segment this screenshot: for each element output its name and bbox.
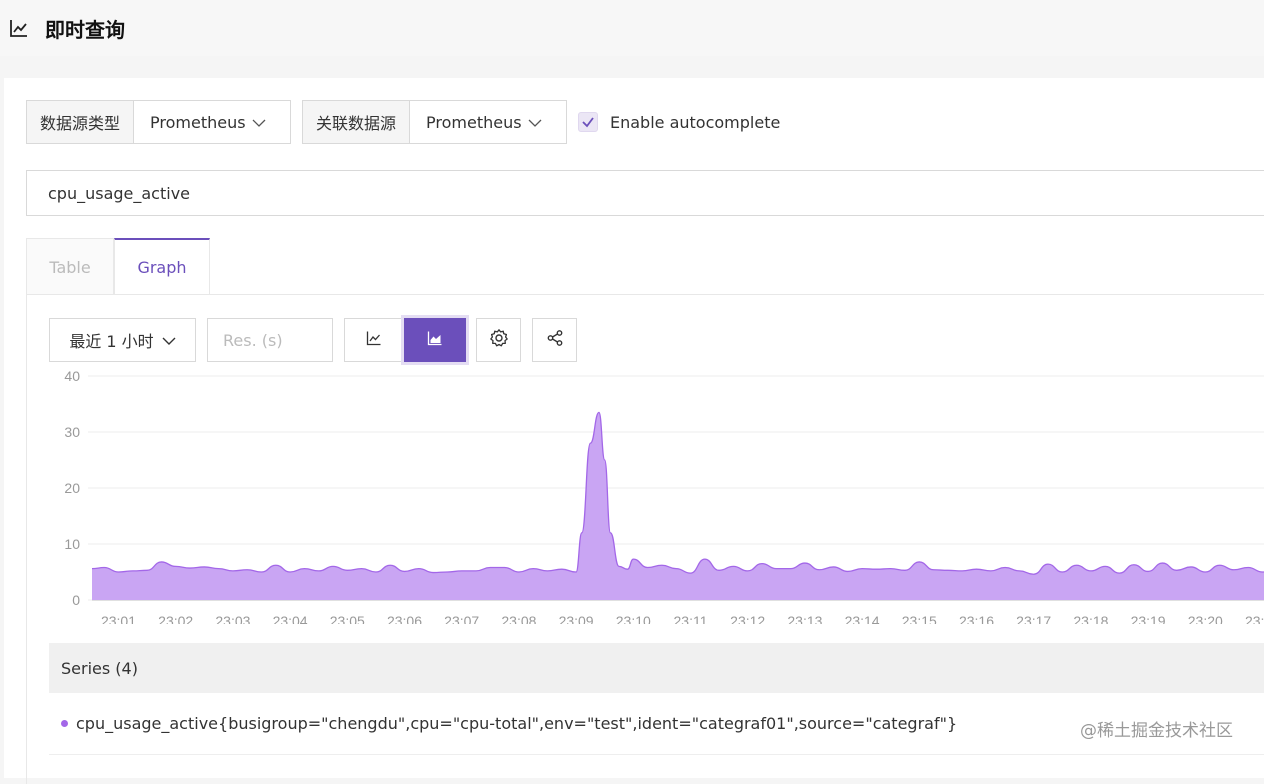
- share-icon: [546, 329, 564, 351]
- resolution-input[interactable]: Res. (s): [207, 318, 333, 362]
- x-tick-label: 23:06: [387, 613, 422, 624]
- query-input[interactable]: cpu_usage_active: [26, 170, 1264, 216]
- autocomplete-label: Enable autocomplete: [610, 112, 781, 132]
- datasource-type-group: 数据源类型 Prometheus: [26, 100, 291, 144]
- series-color-dot: [61, 720, 68, 727]
- y-tick-label: 10: [64, 536, 80, 552]
- series-line: [91, 411, 1264, 575]
- page-header: 即时查询: [0, 0, 1264, 56]
- series-label: cpu_usage_active{busigroup="chengdu",cpu…: [76, 714, 958, 733]
- cpu-usage-area-chart: 0 10 20 30 40 23:01 23:02 23:03 23:04 23:05 23:06 2…: [64, 368, 1264, 624]
- x-tick-label: 23:01: [101, 613, 136, 624]
- chevron-down-icon: [252, 115, 266, 129]
- x-tick-label: 23:16: [959, 613, 994, 624]
- chevron-down-icon: [162, 333, 176, 347]
- datasource-type-value: Prometheus: [150, 112, 246, 132]
- chart-settings-button[interactable]: [476, 318, 521, 362]
- chevron-down-icon: [528, 115, 542, 129]
- check-icon: [582, 117, 594, 128]
- related-datasource-value: Prometheus: [426, 112, 522, 132]
- x-tick-label: 23:07: [444, 613, 479, 624]
- y-tick-label: 40: [64, 368, 80, 384]
- x-tick-label: 23:18: [1073, 613, 1108, 624]
- area-chart-icon: [427, 330, 443, 350]
- autocomplete-option[interactable]: Enable autocomplete: [578, 112, 780, 132]
- x-tick-label: 23:20: [1188, 613, 1223, 624]
- x-tick-label: 23:10: [616, 613, 651, 624]
- x-tick-label: 23:04: [273, 613, 308, 624]
- x-tick-label: 23:11: [674, 613, 708, 624]
- datasource-type-select[interactable]: Prometheus: [134, 101, 282, 143]
- watermark: @稀土掘金技术社区: [1080, 721, 1233, 741]
- x-tick-label: 23:19: [1131, 613, 1166, 624]
- x-tick-label: 23:14: [845, 613, 880, 624]
- datasource-type-label: 数据源类型: [27, 101, 135, 143]
- share-button[interactable]: [532, 318, 577, 362]
- page-title: 即时查询: [45, 17, 125, 42]
- series-header: Series (4): [49, 643, 1264, 693]
- gear-icon: [489, 328, 509, 352]
- x-tick-label: 23:13: [787, 613, 822, 624]
- resolution-placeholder: Res. (s): [223, 330, 283, 350]
- tab-graph[interactable]: Graph: [114, 238, 210, 295]
- x-tick-label: 23:03: [215, 613, 250, 624]
- series-area: [92, 412, 1264, 600]
- query-panel: 数据源类型 Prometheus 关联数据源 Prometheus Enable…: [4, 78, 1264, 784]
- x-tick-label: 23:09: [559, 613, 594, 624]
- y-tick-label: 30: [64, 424, 80, 440]
- x-tick-label: 23:08: [501, 613, 536, 624]
- x-tick-label: 23:05: [330, 613, 365, 624]
- line-chart-icon: [366, 330, 382, 350]
- x-tick-label: 23:12: [730, 613, 765, 624]
- area-chart-button[interactable]: [404, 318, 466, 362]
- related-datasource-group: 关联数据源 Prometheus: [302, 100, 567, 144]
- line-chart-icon: [9, 18, 29, 38]
- related-datasource-label: 关联数据源: [303, 101, 411, 143]
- time-range-value: 最近 1 小时: [69, 332, 154, 351]
- line-chart-button[interactable]: [344, 318, 404, 362]
- x-tick-label: 23:21: [1245, 613, 1264, 624]
- tab-table[interactable]: Table: [26, 238, 114, 295]
- time-range-select[interactable]: 最近 1 小时: [49, 318, 196, 362]
- x-tick-label: 23:15: [902, 613, 937, 624]
- x-tick-label: 23:02: [158, 613, 193, 624]
- autocomplete-checkbox[interactable]: [578, 112, 598, 132]
- y-tick-label: 0: [72, 592, 80, 608]
- x-tick-label: 23:17: [1016, 613, 1051, 624]
- y-tick-label: 20: [64, 480, 80, 496]
- related-datasource-select[interactable]: Prometheus: [410, 101, 558, 143]
